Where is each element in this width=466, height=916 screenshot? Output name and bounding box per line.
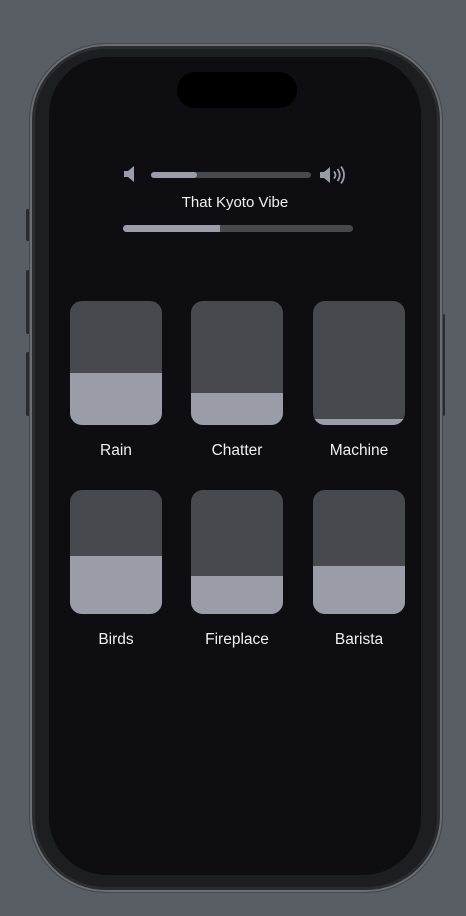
sound-card-fireplace: Fireplace (191, 490, 283, 649)
sound-level-fill (70, 372, 162, 425)
sound-card-rain: Rain (70, 301, 162, 460)
sound-label: Fireplace (205, 631, 269, 648)
sound-card-machine: Machine (313, 301, 405, 460)
sound-card-chatter: Chatter (191, 301, 283, 460)
dynamic-island (177, 72, 297, 108)
volume-control (123, 163, 353, 187)
speaker-low-icon[interactable] (123, 165, 137, 183)
sound-level-tile[interactable] (70, 301, 162, 425)
sound-level-fill (70, 555, 162, 614)
speaker-high-icon[interactable] (319, 165, 351, 185)
sound-level-fill (191, 392, 283, 425)
track-progress-fill (123, 225, 220, 232)
volume-slider[interactable] (151, 172, 311, 178)
track-title: That Kyoto Vibe (181, 194, 289, 211)
sound-level-fill (191, 575, 283, 614)
app-screen: That Kyoto Vibe Rain Chatter Machine Bir… (49, 57, 421, 875)
sound-label: Rain (100, 442, 132, 459)
sound-level-fill (313, 418, 405, 425)
sound-level-tile[interactable] (313, 490, 405, 614)
sound-card-barista: Barista (313, 490, 405, 649)
sound-level-tile[interactable] (313, 301, 405, 425)
sound-label: Barista (334, 631, 384, 648)
sound-level-tile[interactable] (70, 490, 162, 614)
sound-label: Machine (329, 442, 389, 459)
volume-slider-fill (151, 172, 198, 178)
sound-level-fill (313, 565, 405, 614)
track-progress-bar[interactable] (123, 225, 353, 232)
sound-label: Birds (98, 631, 134, 648)
sound-level-tile[interactable] (191, 301, 283, 425)
sound-level-tile[interactable] (191, 490, 283, 614)
sound-label: Chatter (211, 442, 263, 459)
sound-card-birds: Birds (70, 490, 162, 649)
